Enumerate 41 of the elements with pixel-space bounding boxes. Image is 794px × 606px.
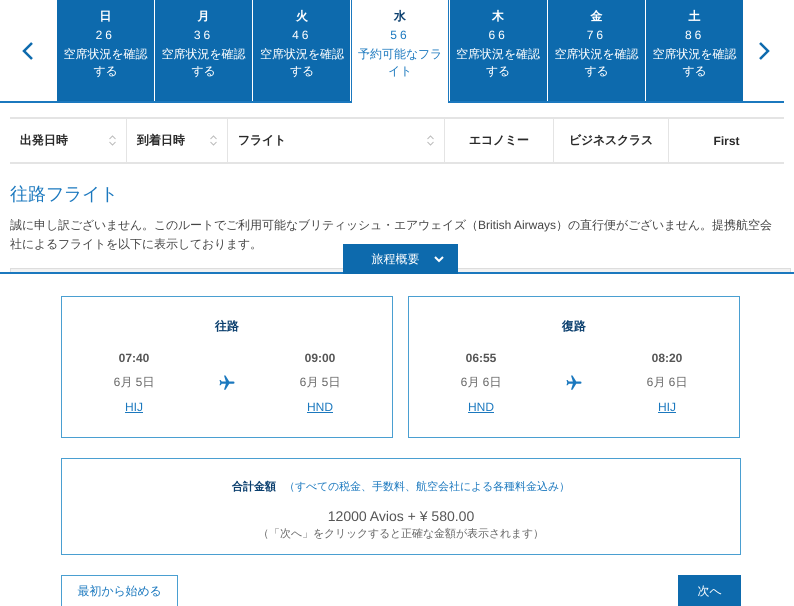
day-tab[interactable]: 土 86 空席状況を確認する (646, 0, 744, 101)
depart-date: 6月 6日 (460, 374, 502, 391)
column-label: エコノミー (469, 132, 530, 149)
day-tab[interactable]: 月 36 空席状況を確認する (154, 0, 252, 101)
leg-title: 復路 (562, 318, 586, 335)
airport-link[interactable]: HND (468, 400, 494, 414)
day-tab[interactable]: 火 46 空席状況を確認する (253, 0, 350, 101)
total-hint: （「次へ」をクリックすると正確な金額が表示されます） (258, 526, 544, 541)
total-note: （すべての税金、手数料、航空会社による各種料金込み） (284, 480, 570, 494)
chevron-down-icon (434, 256, 444, 262)
arrive-date: 6月 5日 (300, 374, 340, 391)
column-label: フライト (238, 132, 286, 149)
column-label: 到着日時 (136, 132, 185, 149)
depart-time: 06:55 (466, 351, 496, 365)
arrive-time: 09:00 (304, 351, 336, 365)
column-label: 出発日時 (20, 132, 68, 149)
total-amount: 12000 Avios + ¥ 580.00 (328, 508, 474, 524)
next-button[interactable]: 次へ (678, 575, 741, 606)
airplane-icon (218, 374, 236, 392)
day-tab[interactable]: 木 66 空席状況を確認する (450, 0, 547, 101)
column-label: ビジネスクラス (569, 132, 654, 149)
total-label: 合計金額 (232, 480, 276, 494)
arrive-time: 08:20 (652, 351, 682, 365)
airplane-icon (565, 374, 583, 392)
depart-date: 6月 5日 (114, 374, 154, 391)
depart-time: 07:40 (118, 351, 150, 365)
restart-button[interactable]: 最初から始める (61, 575, 178, 606)
sort-icon[interactable] (108, 135, 116, 146)
airport-link[interactable]: HND (307, 400, 333, 414)
arrive-date: 6月 6日 (646, 374, 688, 391)
airport-link[interactable]: HIJ (658, 400, 676, 414)
day-tab[interactable]: 日 26 空席状況を確認する (56, 0, 154, 101)
sort-icon[interactable] (427, 135, 434, 146)
day-tab[interactable]: 水 56 予約可能なフライト (351, 0, 449, 103)
airport-link[interactable]: HIJ (125, 400, 143, 414)
sort-icon[interactable] (210, 135, 218, 146)
section-title: 往路フライト (10, 183, 119, 206)
summary-toggle[interactable]: 旅程概要 (343, 244, 458, 274)
column-label: First (714, 134, 740, 148)
day-tab[interactable]: 金 76 空席状況を確認する (548, 0, 646, 101)
leg-title: 往路 (215, 318, 239, 335)
